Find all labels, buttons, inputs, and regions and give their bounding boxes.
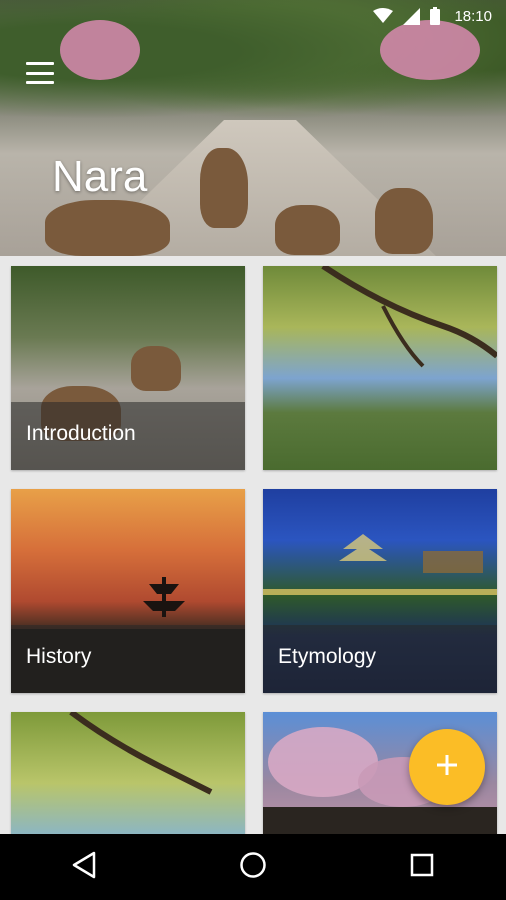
tile-history[interactable]: History: [11, 489, 245, 693]
back-icon: [71, 851, 97, 884]
add-button[interactable]: [409, 729, 485, 805]
tile-label: Introduction: [26, 422, 136, 445]
back-button[interactable]: [54, 837, 114, 897]
status-time: 18:10: [454, 7, 492, 25]
battery-icon: [430, 7, 441, 25]
home-button[interactable]: [223, 837, 283, 897]
recents-button[interactable]: [392, 837, 452, 897]
home-icon: [239, 851, 267, 884]
deer: [375, 188, 433, 254]
maple-branch-image: [69, 712, 213, 795]
page-title: Nara: [52, 152, 148, 201]
plus-icon: [435, 753, 459, 782]
tile-etymology[interactable]: Etymology: [263, 489, 497, 693]
tile-introduction[interactable]: Introduction: [11, 266, 245, 470]
deer: [45, 200, 170, 256]
navigation-bar: [0, 834, 506, 900]
wifi-icon: [373, 8, 394, 24]
signal-icon: [403, 7, 421, 25]
tile-label: History: [26, 645, 92, 668]
deer: [131, 346, 181, 391]
deer: [200, 148, 248, 228]
tile-label: Etymology: [278, 645, 377, 668]
recents-icon: [410, 853, 434, 882]
status-bar: 18:10: [0, 0, 506, 32]
deer: [275, 205, 340, 255]
tile-tree-lawn[interactable]: [263, 266, 497, 470]
tree-branch-image: [321, 266, 497, 368]
header-banner: Nara: [0, 0, 506, 256]
tile-maple-branches[interactable]: [11, 712, 245, 834]
menu-icon[interactable]: [26, 62, 54, 84]
